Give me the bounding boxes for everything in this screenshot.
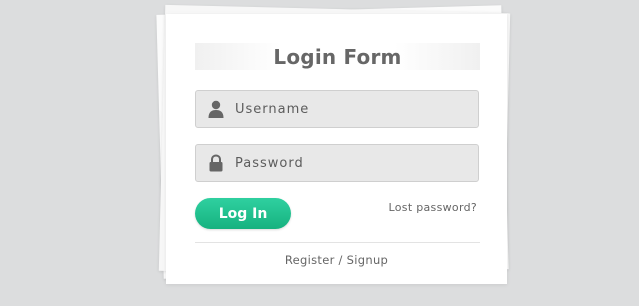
- form-title: Login Form: [273, 44, 402, 69]
- divider: [195, 242, 480, 243]
- register-signup-link[interactable]: Register / Signup: [166, 253, 507, 267]
- user-icon: [208, 100, 224, 118]
- login-page: Login Form Log In Lost password?: [0, 0, 639, 306]
- login-button[interactable]: Log In: [195, 198, 291, 229]
- username-input[interactable]: [235, 101, 465, 117]
- password-input[interactable]: [235, 155, 465, 171]
- username-field[interactable]: [195, 90, 479, 128]
- lock-icon: [208, 154, 224, 172]
- password-field[interactable]: [195, 144, 479, 182]
- login-card: Login Form Log In Lost password?: [166, 14, 507, 284]
- title-band: Login Form: [195, 43, 480, 70]
- lost-password-link[interactable]: Lost password?: [389, 201, 477, 214]
